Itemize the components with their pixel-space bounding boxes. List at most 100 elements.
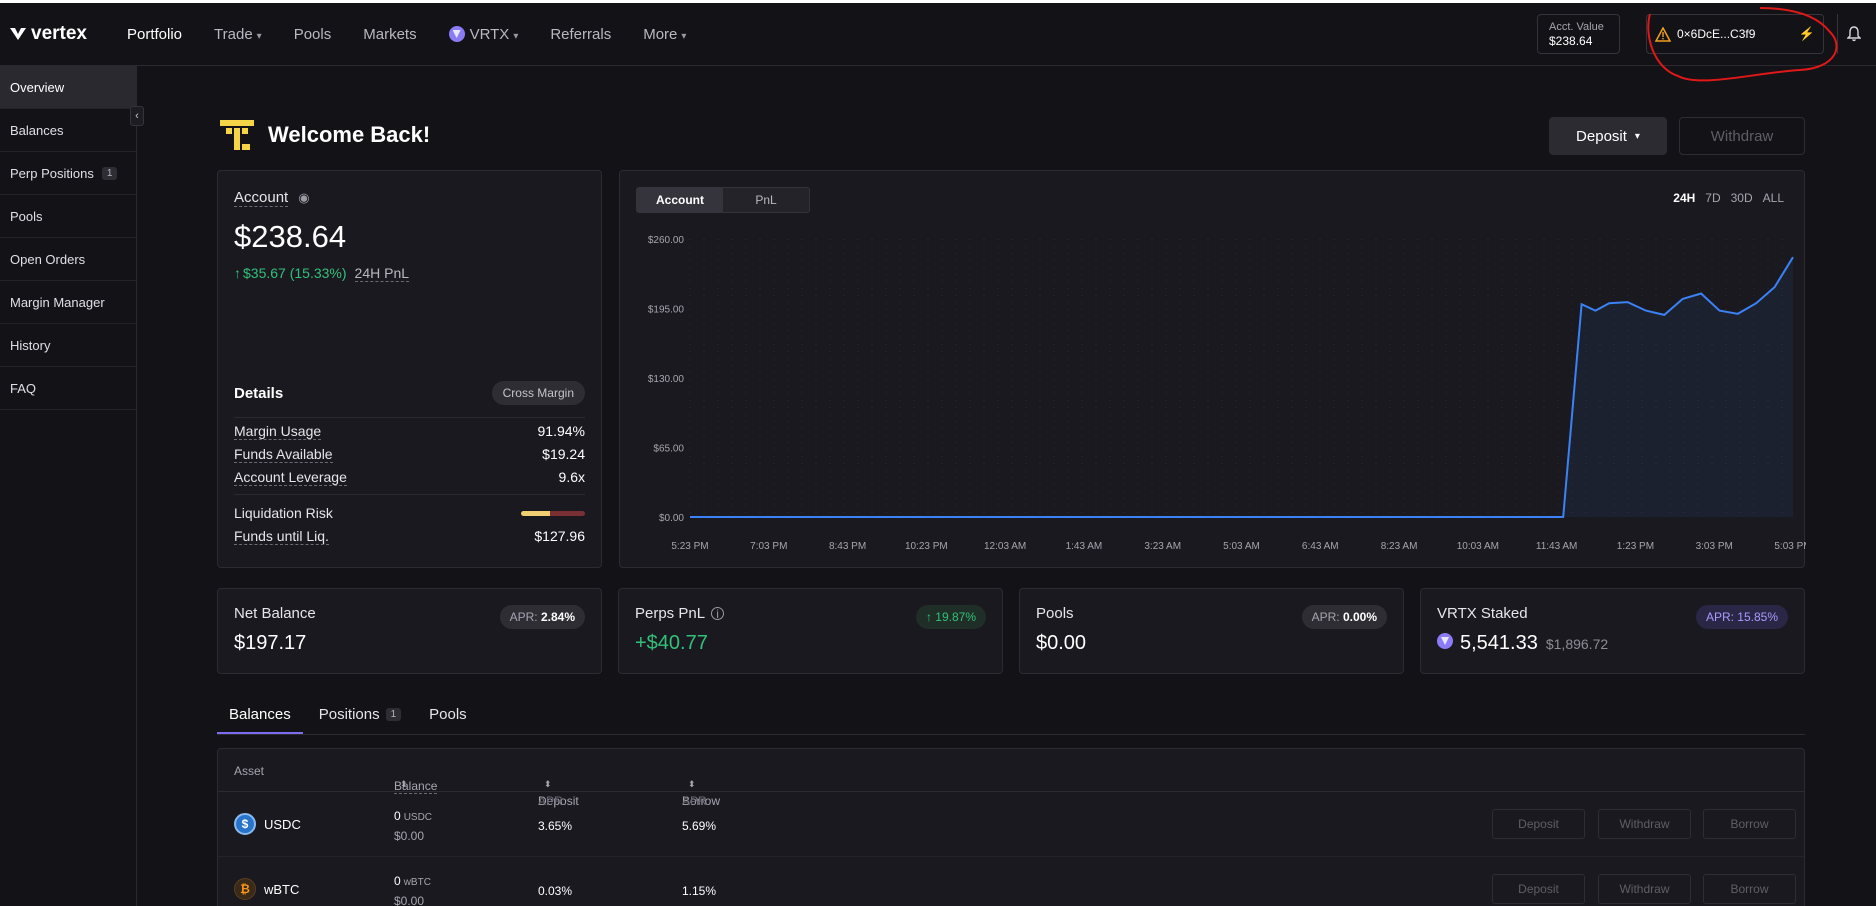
row-withdraw-button[interactable]: Withdraw bbox=[1598, 874, 1691, 904]
detail-value: 9.6x bbox=[558, 469, 585, 485]
collapse-sidebar-button[interactable]: ‹ bbox=[130, 106, 144, 126]
x-tick-label: 3:23 AM bbox=[1144, 541, 1181, 552]
main-nav: Portfolio Trade ▾ Pools Markets VRTX ▾ Ref… bbox=[127, 3, 686, 66]
account-title: Account ◉ bbox=[234, 189, 585, 207]
sidebar-item-perp-positions[interactable]: Perp Positions 1 bbox=[0, 152, 136, 195]
wallet-button[interactable]: 0×6DcE...C3f9 ⚡ bbox=[1646, 14, 1824, 54]
balances-table: Asset Balance ⬍ Deposit APR ⬍ Borrow APR ⬍ … bbox=[217, 748, 1805, 906]
vertex-logo-icon bbox=[10, 28, 26, 40]
series-area bbox=[690, 257, 1793, 517]
count-badge: 1 bbox=[101, 166, 118, 180]
account-value-label: Acct. Value bbox=[1549, 21, 1604, 33]
detail-value: 91.94% bbox=[537, 423, 585, 439]
sidebar-item-overview[interactable]: Overview bbox=[0, 66, 136, 109]
details-header: Details Cross Margin bbox=[234, 381, 585, 418]
borrow-apr: 5.69% bbox=[682, 819, 717, 833]
warning-icon bbox=[1655, 26, 1671, 42]
sidebar-item-open-orders[interactable]: Open Orders bbox=[0, 238, 136, 281]
x-tick-label: 1:43 AM bbox=[1066, 541, 1103, 552]
withdraw-button[interactable]: Withdraw bbox=[1679, 117, 1805, 155]
nav-pools[interactable]: Pools bbox=[294, 26, 332, 43]
row-withdraw-button[interactable]: Withdraw bbox=[1598, 809, 1691, 839]
sidebar-item-margin-manager[interactable]: Margin Manager bbox=[0, 281, 136, 324]
vrtx-staked-card: VRTX Staked APR: 15.85% 5,541.33 $1,896.… bbox=[1420, 588, 1805, 674]
account-title-label: Account bbox=[234, 189, 289, 207]
pnl-line: ↑ $35.67 (15.33%) 24H PnL bbox=[234, 265, 585, 282]
bottom-tabs: Balances Positions 1 Pools bbox=[217, 698, 1805, 735]
usdc-icon: $ bbox=[234, 813, 256, 835]
detail-row-funds-available: Funds Available $19.24 bbox=[234, 446, 585, 463]
sidebar-item-history[interactable]: History bbox=[0, 324, 136, 367]
sidebar: Overview Balances Perp Positions 1 Pools … bbox=[0, 66, 137, 906]
stat-value: +$40.77 bbox=[635, 632, 708, 654]
detail-value: $127.96 bbox=[534, 528, 585, 544]
nav-more[interactable]: More ▾ bbox=[643, 26, 686, 43]
pnl-label: 24H PnL bbox=[354, 265, 410, 282]
nav-markets[interactable]: Markets bbox=[363, 26, 416, 43]
nav-vrtx[interactable]: VRTX ▾ bbox=[448, 26, 518, 43]
balance-cell: 0 USDC $0.00 bbox=[394, 806, 432, 847]
asset-name: USDC bbox=[264, 816, 301, 832]
vrtx-token-icon bbox=[1437, 633, 1453, 649]
balance-usd: $0.00 bbox=[394, 829, 425, 844]
asset-name: wBTC bbox=[264, 881, 300, 897]
nav-vrtx-label: VRTX bbox=[469, 26, 510, 43]
apr-badge: APR: 2.84% bbox=[499, 605, 585, 629]
row-deposit-button[interactable]: Deposit bbox=[1492, 874, 1585, 904]
account-value-box[interactable]: Acct. Value $238.64 bbox=[1537, 14, 1620, 54]
sidebar-item-balances[interactable]: Balances bbox=[0, 109, 136, 152]
x-tick-label: 10:03 AM bbox=[1457, 541, 1499, 552]
tab-balances[interactable]: Balances bbox=[217, 698, 303, 734]
wbtc-icon: ₿ bbox=[234, 878, 256, 900]
detail-label: Funds until Liq. bbox=[234, 528, 329, 545]
tab-positions[interactable]: Positions 1 bbox=[307, 698, 413, 734]
chevron-down-icon: ▾ bbox=[681, 31, 687, 42]
divider bbox=[234, 494, 585, 495]
app-window: vertex Portfolio Trade ▾ Pools Markets VR… bbox=[0, 0, 1876, 906]
deposit-button[interactable]: Deposit ▾ bbox=[1549, 117, 1667, 155]
vrtx-token-icon bbox=[448, 26, 465, 42]
arrow-up-icon: ↑ bbox=[234, 265, 241, 281]
detail-label: Liquidation Risk bbox=[234, 505, 333, 521]
perps-pnl-card: Perps PnL i ↑ 19.87% +$40.77 bbox=[618, 588, 1003, 674]
sort-icon: ⬍ bbox=[544, 779, 552, 789]
borrow-apr: 1.15% bbox=[682, 884, 717, 898]
nav-portfolio[interactable]: Portfolio bbox=[127, 26, 182, 43]
detail-label: Account Leverage bbox=[234, 469, 347, 486]
row-borrow-button[interactable]: Borrow bbox=[1703, 809, 1796, 839]
brand-name: vertex bbox=[31, 23, 87, 44]
sidebar-item-faq[interactable]: FAQ bbox=[0, 367, 136, 410]
detail-row-liquidation-risk: Liquidation Risk bbox=[234, 505, 585, 521]
notifications-button[interactable] bbox=[1837, 14, 1869, 54]
x-tick-label: 1:23 PM bbox=[1617, 541, 1654, 552]
sort-icon: ⬍ bbox=[400, 779, 408, 789]
page-title: Welcome Back! bbox=[220, 118, 430, 152]
apr-badge: APR: 15.85% bbox=[1695, 605, 1788, 629]
eye-icon[interactable]: ◉ bbox=[298, 190, 309, 206]
amount: 0 bbox=[394, 809, 401, 823]
detail-row-funds-until-liq: Funds until Liq. $127.96 bbox=[234, 528, 585, 545]
nav-referrals[interactable]: Referrals bbox=[550, 26, 611, 43]
nav-trade[interactable]: Trade ▾ bbox=[214, 26, 262, 43]
stat-value: 5,541.33 $1,896.72 bbox=[1437, 632, 1788, 655]
unit: wBTC bbox=[403, 877, 431, 888]
account-card: Account ◉ $238.64 ↑ $35.67 (15.33%) 24H … bbox=[217, 170, 602, 568]
margin-mode-badge[interactable]: Cross Margin bbox=[491, 381, 585, 405]
x-tick-label: 5:03 AM bbox=[1223, 541, 1260, 552]
detail-label: Margin Usage bbox=[234, 423, 322, 440]
staked-amount: 5,541.33 bbox=[1460, 632, 1538, 654]
unit: USDC bbox=[403, 812, 433, 823]
row-deposit-button[interactable]: Deposit bbox=[1492, 809, 1585, 839]
x-tick-label: 3:03 PM bbox=[1696, 541, 1733, 552]
tab-pools[interactable]: Pools bbox=[417, 698, 479, 734]
apr-value: 2.84% bbox=[540, 610, 575, 624]
vertex-mascot-icon bbox=[220, 120, 254, 150]
chevron-down-icon: ▾ bbox=[1634, 130, 1640, 142]
net-balance-card: Net Balance APR: 2.84% $197.17 bbox=[217, 588, 602, 674]
row-borrow-button[interactable]: Borrow bbox=[1703, 874, 1796, 904]
brand-logo[interactable]: vertex bbox=[10, 23, 87, 45]
account-chart-card: Account PnL 24H 7D 30D ALL $260.00 $195.0… bbox=[619, 170, 1806, 568]
info-icon[interactable]: i bbox=[711, 607, 725, 621]
detail-row-account-leverage: Account Leverage 9.6x bbox=[234, 469, 585, 486]
sidebar-item-pools[interactable]: Pools bbox=[0, 195, 136, 238]
